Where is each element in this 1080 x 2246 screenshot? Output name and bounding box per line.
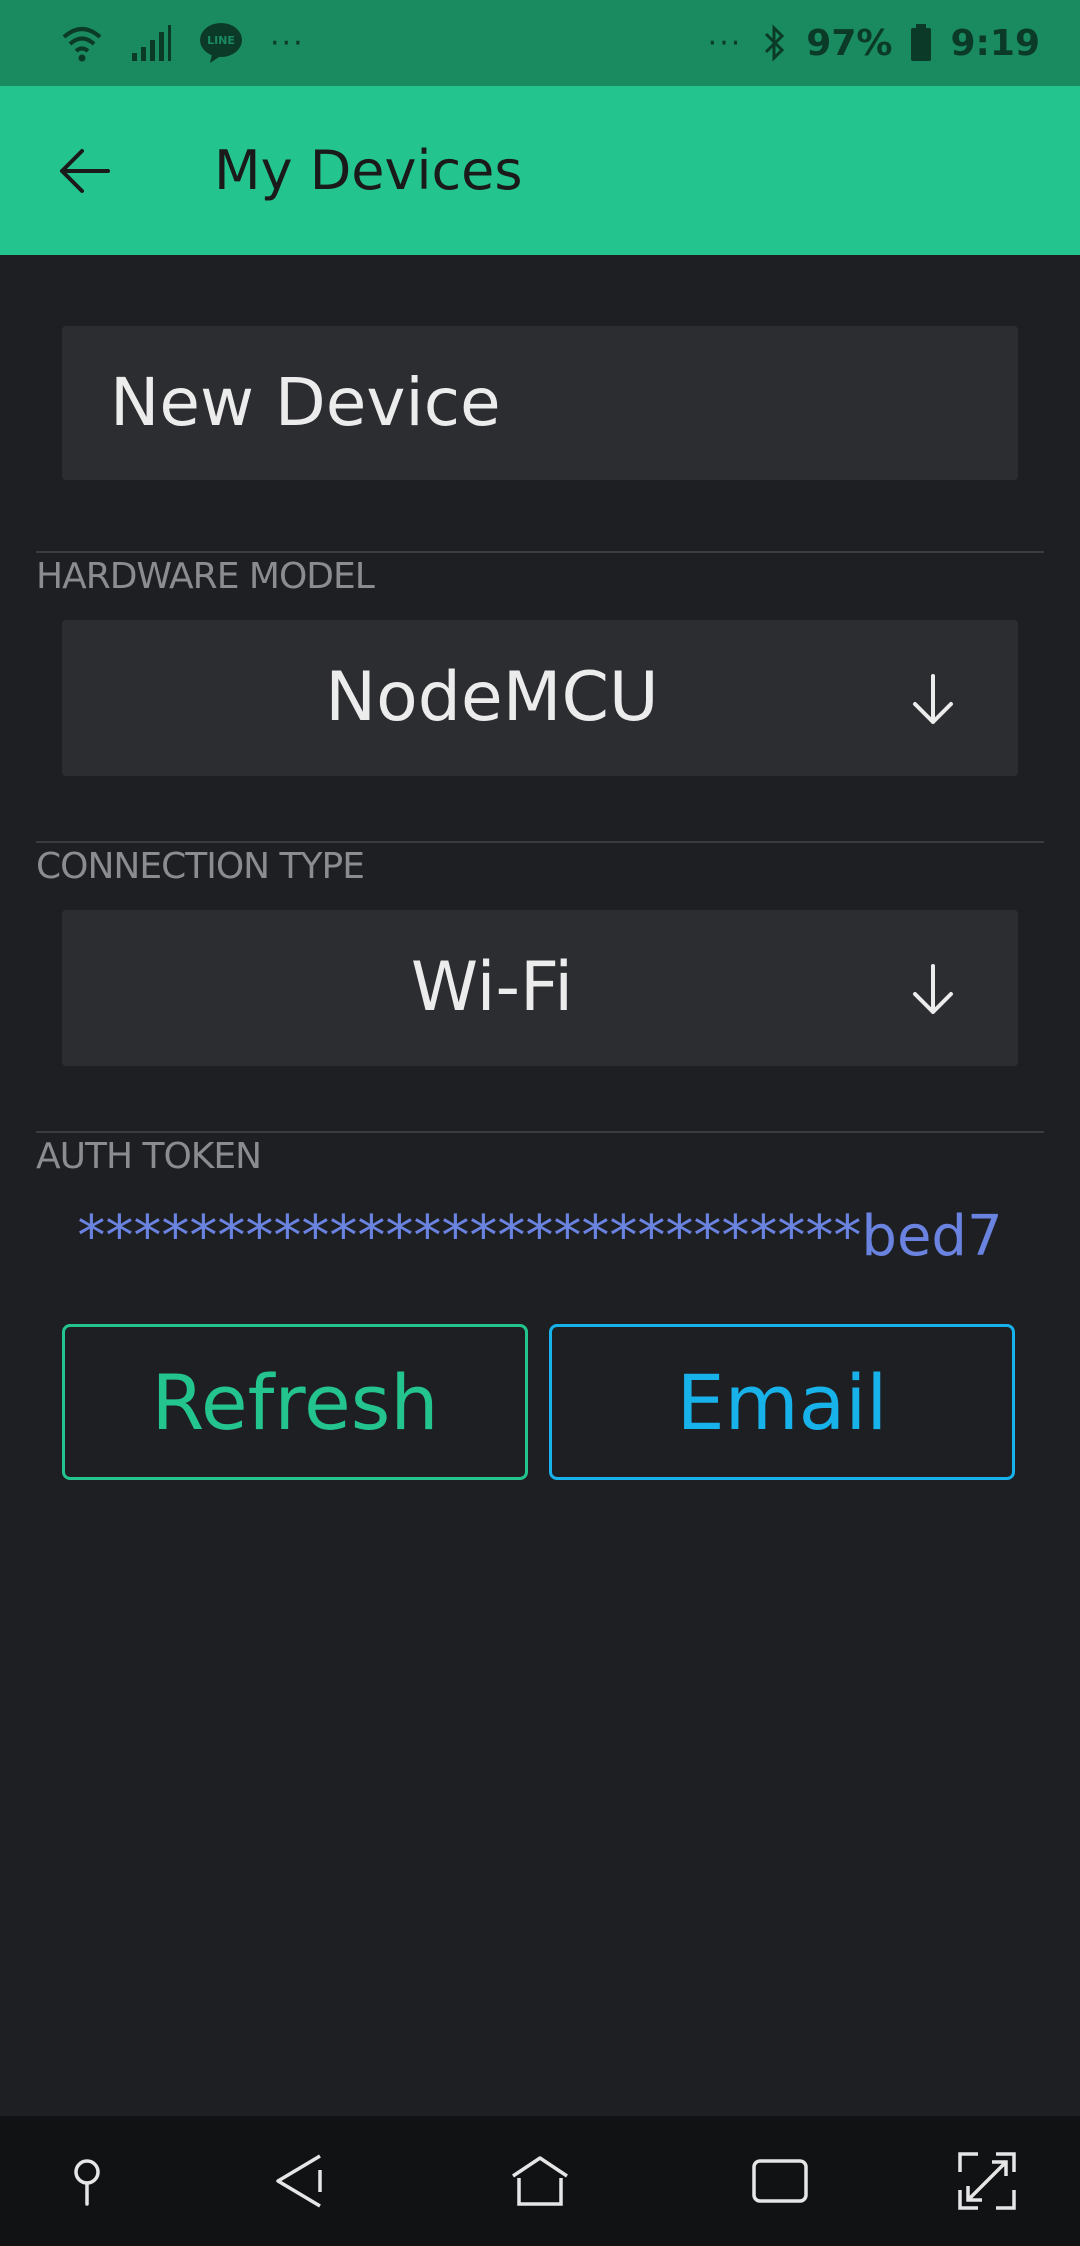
hardware-model-value: NodeMCU bbox=[325, 658, 659, 737]
expand-icon bbox=[958, 2152, 1016, 2210]
bluetooth-icon bbox=[765, 24, 785, 62]
recents-icon bbox=[752, 2159, 808, 2203]
pin-button[interactable] bbox=[52, 2146, 122, 2216]
battery-icon bbox=[911, 24, 932, 61]
status-bar: LINE ··· ··· 97% 9:19 bbox=[0, 0, 1080, 86]
line-app-icon: LINE bbox=[200, 23, 242, 63]
arrow-down-icon bbox=[913, 674, 953, 724]
divider bbox=[36, 1131, 1044, 1133]
back-icon bbox=[276, 2154, 322, 2208]
app-bar: My Devices bbox=[0, 86, 1080, 255]
auth-token-value[interactable]: ****************************bed7 bbox=[0, 1204, 1080, 1269]
divider bbox=[36, 551, 1044, 553]
expand-button[interactable] bbox=[952, 2146, 1022, 2216]
home-icon bbox=[512, 2156, 568, 2206]
back-nav-button[interactable] bbox=[266, 2146, 336, 2216]
clock: 9:19 bbox=[950, 22, 1040, 64]
divider bbox=[36, 841, 1044, 843]
auth-token-masked: **************************** bbox=[77, 1204, 862, 1269]
back-button[interactable] bbox=[52, 138, 118, 204]
connection-type-label: CONNECTION TYPE bbox=[36, 846, 365, 887]
navigation-bar bbox=[0, 2116, 1080, 2246]
refresh-button[interactable]: Refresh bbox=[62, 1324, 528, 1480]
recents-button[interactable] bbox=[745, 2146, 815, 2216]
status-right: ··· 97% 9:19 bbox=[708, 18, 1040, 68]
connection-type-select[interactable]: Wi-Fi bbox=[62, 910, 1018, 1066]
battery-percent: 97% bbox=[806, 22, 893, 64]
page-title: My Devices bbox=[214, 139, 523, 202]
device-name-input[interactable]: New Device bbox=[62, 326, 1018, 480]
status-left: LINE ··· bbox=[60, 18, 305, 68]
email-button[interactable]: Email bbox=[549, 1324, 1015, 1480]
wifi-icon bbox=[62, 27, 102, 62]
home-button[interactable] bbox=[505, 2146, 575, 2216]
hardware-model-label: HARDWARE MODEL bbox=[36, 556, 375, 597]
auth-token-suffix: bed7 bbox=[861, 1204, 1003, 1269]
connection-type-value: Wi-Fi bbox=[410, 948, 574, 1027]
svg-text:LINE: LINE bbox=[207, 34, 235, 47]
signal-icon bbox=[132, 25, 171, 61]
status-right-dots: ··· bbox=[707, 25, 743, 61]
arrow-left-icon bbox=[60, 149, 110, 193]
hardware-model-select[interactable]: NodeMCU bbox=[62, 620, 1018, 776]
pin-icon bbox=[74, 2159, 100, 2206]
status-left-dots: ··· bbox=[270, 25, 305, 61]
auth-token-label: AUTH TOKEN bbox=[36, 1136, 262, 1177]
arrow-down-icon bbox=[913, 964, 953, 1014]
